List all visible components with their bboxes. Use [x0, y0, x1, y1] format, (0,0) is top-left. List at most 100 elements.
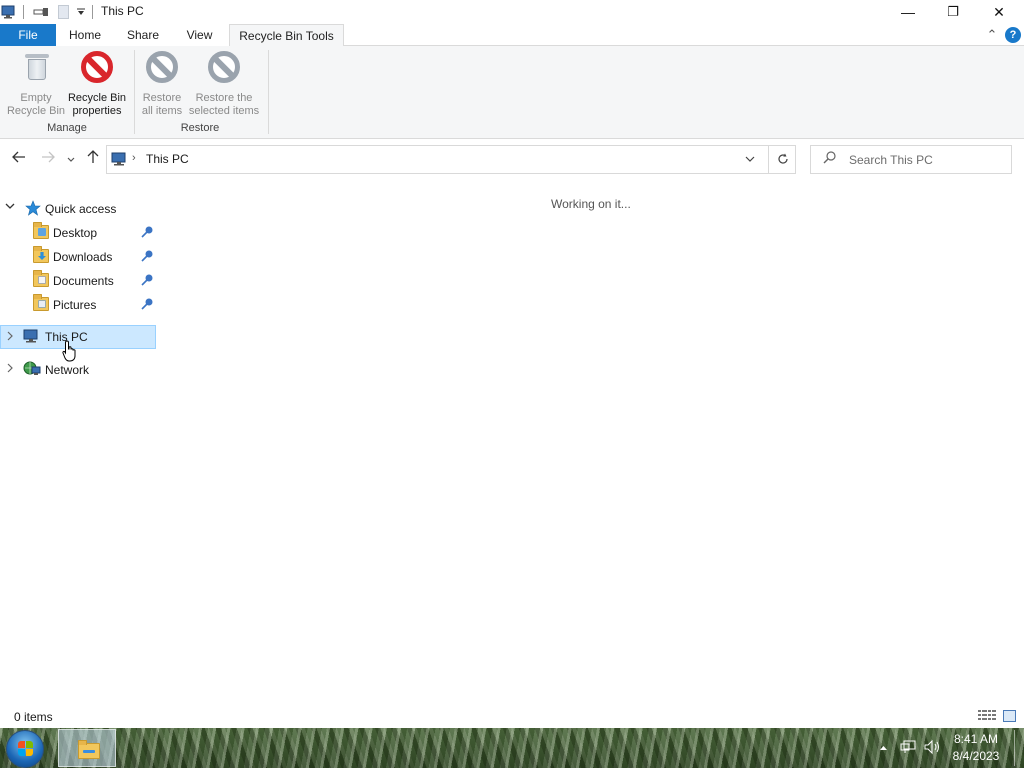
item-count: 0 items [14, 710, 53, 724]
forward-button[interactable] [38, 150, 58, 168]
pin-icon[interactable] [140, 297, 154, 314]
this-pc-icon[interactable] [0, 4, 18, 20]
this-pc-icon [111, 152, 129, 166]
breadcrumb-this-pc[interactable]: This PC [146, 152, 189, 166]
taskbar-file-explorer-button[interactable] [58, 729, 116, 767]
expand-chevron-icon[interactable] [4, 363, 16, 376]
details-view-button[interactable] [978, 710, 996, 724]
quick-access-separator [22, 4, 24, 20]
tab-view[interactable]: View [172, 24, 227, 46]
recycle-bin-properties-button[interactable]: Recycle Bin properties [66, 50, 128, 118]
tree-label: Desktop [53, 226, 98, 240]
restore-selected-label-2: selected items [188, 105, 260, 117]
tree-label: Documents [53, 274, 114, 288]
group-label-manage: Manage [47, 122, 87, 134]
minimize-button[interactable]: — [885, 0, 931, 24]
tree-label: Pictures [53, 298, 97, 312]
tab-recycle-bin-tools[interactable]: Recycle Bin Tools [229, 24, 344, 47]
back-arrow-icon [12, 151, 25, 163]
volume-icon[interactable] [924, 739, 942, 757]
expand-chevron-icon[interactable] [4, 202, 16, 213]
tree-item-downloads[interactable]: Downloads [0, 244, 160, 268]
bin-properties-label-1: Recycle Bin [67, 92, 127, 104]
tree-item-this-pc[interactable]: This PC [0, 325, 156, 349]
network-icon [23, 361, 41, 377]
tree-label: Downloads [53, 250, 113, 264]
restore-selected-icon [207, 50, 241, 84]
tab-share[interactable]: Share [114, 24, 172, 46]
tree-item-documents[interactable]: Documents [0, 268, 160, 292]
address-dropdown-button[interactable] [745, 151, 755, 165]
close-button[interactable]: ✕ [976, 0, 1022, 24]
back-button[interactable] [9, 150, 29, 168]
chevron-down-icon [745, 156, 755, 162]
restore-all-items-button[interactable]: Restore all items [138, 50, 186, 118]
this-pc-icon [23, 329, 39, 345]
refresh-button[interactable] [768, 146, 796, 173]
forward-arrow-icon [42, 151, 55, 163]
search-icon [823, 151, 836, 167]
tab-file[interactable]: File [0, 24, 56, 46]
clock[interactable]: 8:41 AM 8/4/2023 [944, 731, 1008, 765]
recent-locations-button[interactable] [64, 150, 78, 168]
desktop-folder-icon [33, 222, 49, 241]
large-icons-view-button[interactable] [1003, 710, 1016, 722]
help-icon[interactable]: ? [1005, 27, 1021, 43]
restore-selected-items-button[interactable]: Restore the selected items [186, 50, 262, 118]
tree-item-pictures[interactable]: Pictures [0, 292, 160, 316]
restore-button[interactable]: ❐ [930, 0, 976, 24]
customize-quick-access-icon[interactable] [74, 4, 88, 20]
show-desktop-button[interactable] [1014, 730, 1022, 766]
pin-icon[interactable] [140, 225, 154, 242]
tree-label: Quick access [45, 202, 117, 216]
group-label-restore: Restore [180, 122, 220, 134]
tree-item-desktop[interactable]: Desktop [0, 220, 160, 244]
downloads-folder-icon [33, 246, 49, 265]
loading-message: Working on it... [551, 197, 631, 211]
chevron-down-icon [67, 157, 75, 162]
no-sign-icon [80, 50, 114, 84]
status-bar: 0 items [0, 706, 1024, 728]
restore-all-label-1: Restore [142, 92, 182, 104]
group-separator [268, 50, 269, 134]
details-view-icon [978, 710, 996, 720]
start-button[interactable] [6, 730, 44, 768]
star-icon [25, 200, 41, 216]
windows-logo-icon [18, 741, 34, 757]
clock-time: 8:41 AM [953, 732, 999, 746]
pictures-folder-icon [33, 294, 49, 313]
new-folder-icon[interactable] [57, 4, 69, 20]
navigation-row: › This PC [0, 140, 1024, 178]
group-separator [134, 50, 135, 134]
refresh-icon [777, 153, 788, 164]
network-tray-icon[interactable] [900, 740, 916, 757]
hand-cursor-icon [62, 340, 78, 365]
pin-icon[interactable] [140, 249, 154, 266]
tab-home[interactable]: Home [56, 24, 114, 46]
empty-recycle-bin-button[interactable]: Empty Recycle Bin [4, 50, 68, 118]
show-hidden-icons-button[interactable] [879, 740, 888, 754]
ribbon: Empty Recycle Bin Recycle Bin properties… [0, 46, 1024, 139]
taskbar: 8:41 AM 8/4/2023 [0, 728, 1024, 768]
breadcrumb-separator[interactable]: › [132, 152, 136, 164]
title-bar: This PC — ❐ ✕ [0, 0, 1024, 24]
tree-item-quick-access[interactable]: Quick access [0, 196, 156, 220]
empty-bin-label-2: Recycle Bin [6, 105, 66, 117]
up-arrow-icon [87, 150, 99, 163]
address-bar[interactable]: › This PC [106, 145, 796, 174]
clock-date: 8/4/2023 [952, 749, 1000, 763]
properties-icon[interactable] [30, 4, 52, 20]
documents-folder-icon [33, 270, 49, 289]
up-button[interactable] [83, 150, 103, 168]
window-title: This PC [101, 4, 144, 18]
collapse-ribbon-icon[interactable]: ⌃ [986, 27, 998, 42]
search-input[interactable] [849, 151, 1004, 169]
search-box[interactable] [810, 145, 1012, 174]
taskbar-wallpaper [0, 728, 1024, 768]
tree-label: Network [45, 363, 90, 377]
tree-item-network[interactable]: Network [0, 357, 156, 381]
empty-bin-label-1: Empty [20, 92, 52, 104]
title-separator [92, 4, 93, 20]
pin-icon[interactable] [140, 273, 154, 290]
expand-chevron-icon[interactable] [4, 331, 16, 344]
